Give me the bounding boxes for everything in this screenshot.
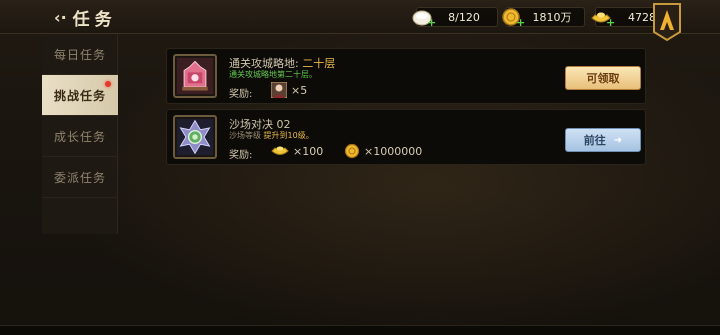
- arrow-icon: ➜: [613, 134, 623, 146]
- reward-label: 奖励:: [229, 89, 253, 100]
- tab-growth-tasks[interactable]: 成长任务: [42, 116, 118, 157]
- hero-badge-icon[interactable]: [650, 2, 684, 42]
- tab-label: 委派任务: [53, 170, 106, 185]
- hero-portrait-icon: [271, 82, 287, 98]
- add-gold-icon[interactable]: +: [516, 17, 526, 28]
- gold-resource[interactable]: + 1810万: [502, 7, 585, 28]
- reward-label: 奖励:: [229, 150, 253, 161]
- go-button-label: 前往: [583, 134, 606, 147]
- tab-label: 成长任务: [53, 129, 106, 144]
- battle-emblem-icon: [173, 115, 217, 159]
- add-stamina-icon[interactable]: +: [427, 17, 437, 28]
- back-button[interactable]: ‹· 任务: [54, 5, 117, 30]
- top-bar: ‹· 任务 + 8/120 + 1810万 + 4728: [0, 0, 720, 42]
- tab-challenge-tasks[interactable]: 挑战任务: [42, 75, 118, 116]
- task-card: 通关攻城略地: 二十层 通关攻城略地第二十层。 奖励: ×5 可领取: [166, 48, 646, 104]
- bottom-border: [0, 325, 720, 335]
- reward-count: ×5: [291, 83, 308, 97]
- reward-item: ×1000000: [344, 143, 422, 159]
- task-desc-highlight: 提升到10级。: [263, 131, 314, 140]
- reward-item: ×100: [271, 143, 323, 159]
- tab-delegate-tasks[interactable]: 委派任务: [42, 157, 118, 198]
- task-description: 通关攻城略地第二十层。: [229, 70, 317, 79]
- tab-label: 每日任务: [53, 47, 106, 62]
- back-arrow-icon: ‹·: [54, 7, 67, 27]
- reward-item: ×5: [271, 82, 307, 98]
- claim-button[interactable]: 可领取: [565, 66, 641, 90]
- tab-label: 挑战任务: [53, 88, 106, 103]
- gold-coin-icon: [344, 143, 360, 159]
- ingot-icon: [271, 146, 289, 155]
- reward-count: ×100: [293, 144, 324, 158]
- task-desc-prefix: 沙场等级: [229, 131, 261, 140]
- tab-daily-tasks[interactable]: 每日任务: [42, 34, 118, 75]
- go-button[interactable]: 前往 ➜: [565, 128, 641, 152]
- task-card: 沙场对决 02 沙场等级 提升到10级。 奖励: ×100 ×1000000 前…: [166, 109, 646, 165]
- reward-count: ×1000000: [364, 144, 423, 158]
- stamina-resource[interactable]: + 8/120: [412, 7, 498, 28]
- notification-dot: [105, 81, 111, 87]
- task-description: 沙场等级 提升到10级。: [229, 130, 314, 141]
- add-ingot-icon[interactable]: +: [606, 17, 616, 28]
- task-category-tabs: 每日任务 挑战任务 成长任务 委派任务: [42, 34, 118, 234]
- page-title: 任务: [72, 9, 117, 30]
- fortress-icon: [173, 54, 217, 98]
